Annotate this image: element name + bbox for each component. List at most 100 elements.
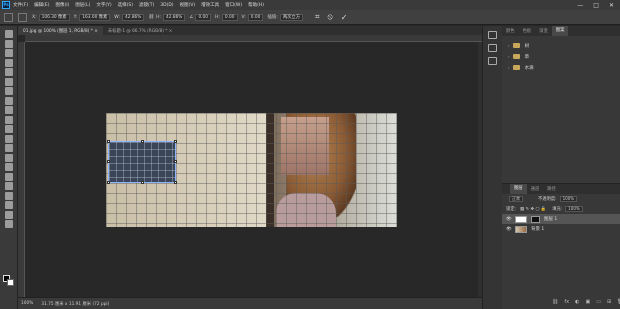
y-field[interactable]: 163.00 像素 <box>79 13 111 21</box>
maximize-icon[interactable]: □ <box>593 2 599 9</box>
canvas-area[interactable] <box>25 42 482 297</box>
adjustment-layer-icon[interactable]: ▣ <box>585 299 590 305</box>
eye-icon[interactable]: 👁 <box>506 227 515 232</box>
folder-water-drops[interactable]: › 水滴 <box>508 62 620 73</box>
transform-handle-top[interactable] <box>141 140 144 143</box>
path-selection-tool-icon[interactable] <box>4 191 13 200</box>
fill-field[interactable]: 100% <box>565 206 583 212</box>
layer-style-icon[interactable]: fx <box>564 299 569 305</box>
height-field[interactable]: 42.86% <box>163 13 186 21</box>
transform-handle-top-left[interactable] <box>107 140 110 143</box>
menu-edit[interactable]: 编辑(E) <box>34 2 49 8</box>
hskew-field[interactable]: 0.00 <box>221 13 238 21</box>
chevron-right-icon[interactable]: › <box>508 54 510 59</box>
menu-select[interactable]: 选择(S) <box>118 2 133 8</box>
layer-row[interactable]: 👁 图层 1 <box>502 214 620 224</box>
healing-brush-tool-icon[interactable] <box>4 96 13 105</box>
lasso-tool-icon[interactable] <box>4 49 13 57</box>
tab-untitled-1[interactable]: 未标题-1 @ 66.7% (RGB/8) * × <box>103 26 178 35</box>
link-icon[interactable]: ⛓ <box>148 15 154 20</box>
hand-tool-icon[interactable] <box>4 210 13 219</box>
adjustments-icon[interactable] <box>488 57 497 65</box>
add-mask-icon[interactable]: ◐ <box>575 299 579 305</box>
menu-plugins[interactable]: 增效工具 <box>201 2 219 8</box>
dodge-tool-icon[interactable] <box>4 163 13 171</box>
opacity-field[interactable]: 100% <box>559 196 578 202</box>
menu-3d[interactable]: 3D(D) <box>160 3 173 8</box>
tab-01-jpg[interactable]: 01.jpg @ 100% (图层 1, RGB/8) * × <box>18 26 103 35</box>
move-tool-icon[interactable] <box>4 12 13 22</box>
zoom-tool-icon[interactable] <box>4 220 13 228</box>
layer-name[interactable]: 背景 1 <box>531 226 544 232</box>
layer-row[interactable]: 👁 背景 1 <box>502 224 620 234</box>
background-color-swatch[interactable] <box>7 279 14 286</box>
transform-handle-bottom-right[interactable] <box>174 181 177 184</box>
link-layers-icon[interactable]: ⛓ <box>552 299 558 305</box>
marquee-tool-icon[interactable] <box>4 39 13 48</box>
gradient-tool-icon[interactable] <box>4 144 13 152</box>
new-layer-icon[interactable]: ⊞ <box>607 299 611 305</box>
menu-filter[interactable]: 滤镜(T) <box>139 2 154 8</box>
interpolation-select[interactable]: 两次立方 <box>279 13 304 21</box>
tab-gradients[interactable]: 渐变 <box>535 28 552 34</box>
transform-handle-left[interactable] <box>107 160 110 163</box>
pen-tool-icon[interactable] <box>4 172 13 181</box>
menu-help[interactable]: 帮助(H) <box>248 2 264 8</box>
menu-image[interactable]: 图像(I) <box>55 2 69 8</box>
transformed-layer[interactable] <box>107 140 177 184</box>
menu-layer[interactable]: 图层(L) <box>75 2 90 8</box>
reference-point-icon[interactable] <box>18 12 27 22</box>
lock-icons[interactable]: ▦ ✎ ✥ ▢ 🔒 <box>520 207 546 212</box>
tab-swatches[interactable]: 色板 <box>519 28 536 34</box>
x-field[interactable]: 106.30 像素 <box>38 13 70 21</box>
vskew-field[interactable]: 0.00 <box>247 13 264 21</box>
menu-type[interactable]: 文字(Y) <box>96 2 111 8</box>
angle-field[interactable]: 0.00 <box>195 13 212 21</box>
blur-tool-icon[interactable] <box>4 153 13 162</box>
brush-tool-icon[interactable] <box>4 106 13 114</box>
folder-tree[interactable]: › 树 <box>508 40 620 51</box>
transform-handle-top-right[interactable] <box>174 140 177 143</box>
commit-transform-icon[interactable]: ✓ <box>341 13 348 22</box>
menu-view[interactable]: 视图(V) <box>180 2 196 8</box>
history-brush-tool-icon[interactable] <box>4 125 13 133</box>
transform-handle-right[interactable] <box>174 160 177 163</box>
layer-name[interactable]: 图层 1 <box>544 216 557 222</box>
close-icon[interactable]: ✕ <box>609 2 614 9</box>
chevron-right-icon[interactable]: › <box>508 43 510 48</box>
document-size: 31.75 厘米 x 11.91 厘米 (72 ppi) <box>41 301 110 307</box>
tab-patterns[interactable]: 图案 <box>551 26 569 36</box>
transform-handle-bottom-left[interactable] <box>107 181 110 184</box>
magic-wand-tool-icon[interactable] <box>4 58 13 67</box>
tab-channels[interactable]: 通道 <box>527 186 544 192</box>
move-tool-icon[interactable] <box>4 30 13 38</box>
blend-mode-select[interactable]: 正常 <box>509 196 523 202</box>
type-tool-icon[interactable] <box>4 182 13 190</box>
layer-mask-thumbnail[interactable] <box>531 215 540 223</box>
document-image[interactable] <box>106 113 397 227</box>
brush-settings-icon[interactable] <box>488 44 497 52</box>
history-icon[interactable] <box>488 31 497 39</box>
crop-tool-icon[interactable] <box>4 68 13 76</box>
layers-footer: ⛓ fx ◐ ▣ ▭ ⊞ 🗑 <box>552 299 620 305</box>
rectangle-tool-icon[interactable] <box>4 201 13 209</box>
tab-paths[interactable]: 路径 <box>543 186 560 192</box>
new-group-icon[interactable]: ▭ <box>596 299 601 305</box>
zoom-level[interactable]: 100% <box>21 301 33 306</box>
chevron-right-icon[interactable]: › <box>508 65 510 70</box>
cancel-transform-icon[interactable]: ⦸ <box>328 12 333 22</box>
eraser-tool-icon[interactable] <box>4 134 13 143</box>
tab-color[interactable]: 颜色 <box>502 28 519 34</box>
folder-grass[interactable]: › 草 <box>508 51 620 62</box>
frame-tool-icon[interactable] <box>4 77 13 86</box>
clone-stamp-tool-icon[interactable] <box>4 115 13 124</box>
eye-icon[interactable]: 👁 <box>506 217 515 222</box>
warp-mode-icon[interactable]: ⌗ <box>315 12 320 22</box>
menu-file[interactable]: 文件(F) <box>13 2 28 8</box>
menu-window[interactable]: 窗口(W) <box>225 2 242 8</box>
minimize-icon[interactable]: — <box>577 2 583 9</box>
transform-handle-bottom[interactable] <box>141 181 144 184</box>
width-field[interactable]: 42.86% <box>121 13 145 21</box>
tab-layers[interactable]: 图层 <box>510 184 527 194</box>
eyedropper-tool-icon[interactable] <box>4 87 13 95</box>
